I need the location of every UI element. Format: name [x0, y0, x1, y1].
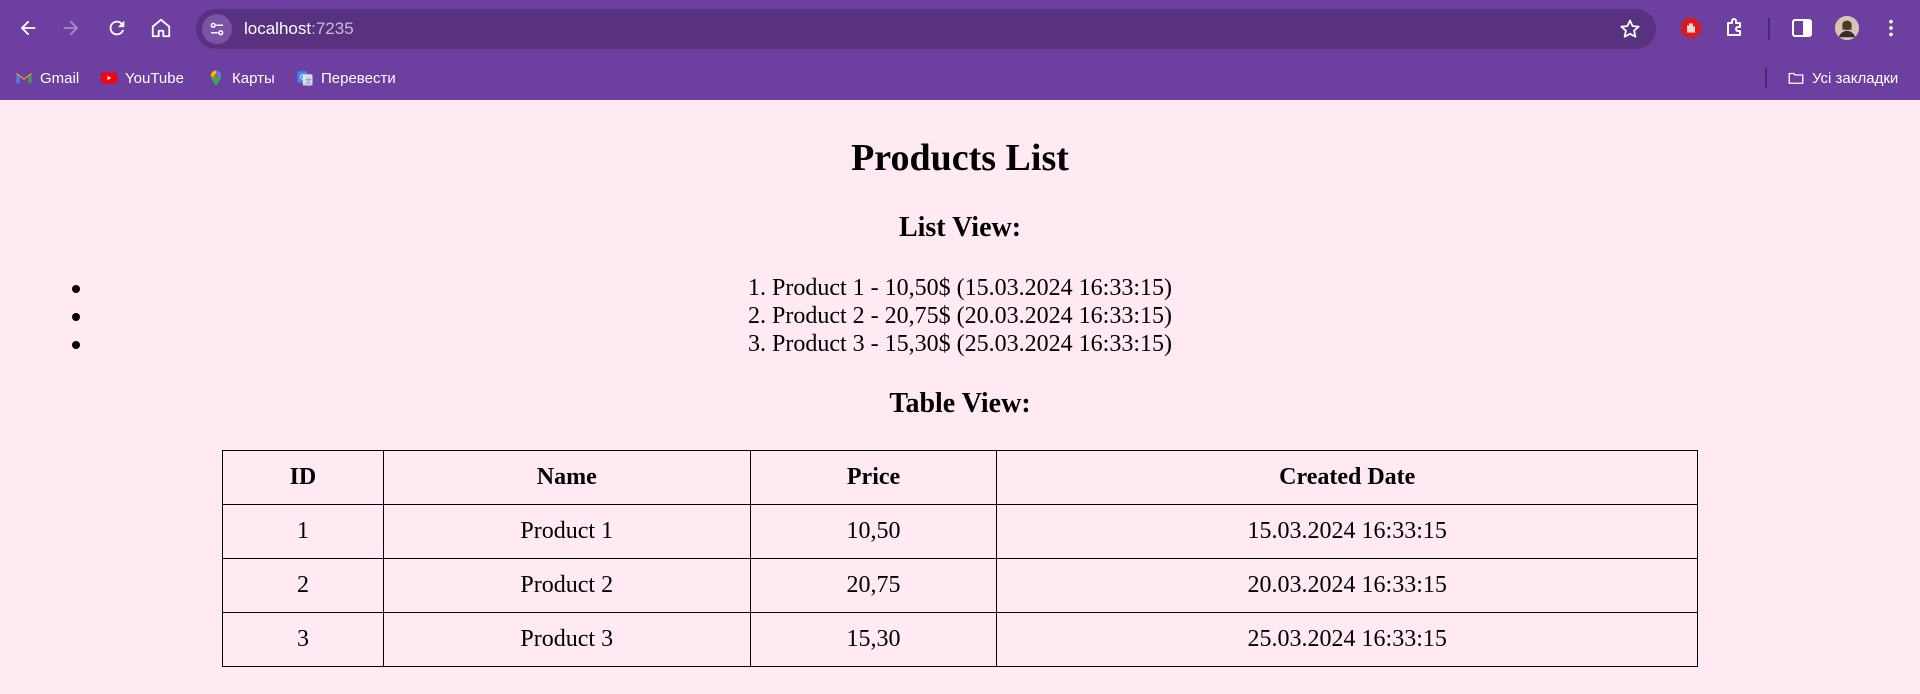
cell-id: 2: [222, 558, 384, 613]
more-vert-icon: [1889, 19, 1893, 37]
bookmark-gmail[interactable]: Gmail: [15, 66, 79, 90]
list-item: 1. Product 1 - 10,50$ (15.03.2024 16:33:…: [72, 274, 1840, 302]
all-bookmarks-button[interactable]: Усі закладки: [1787, 66, 1898, 90]
bookmark-label: Перевести: [321, 69, 396, 87]
list-item-text: 2. Product 2 - 20,75$ (20.03.2024 16:33:…: [748, 303, 1172, 329]
address-bar[interactable]: localhost:7235: [196, 9, 1656, 49]
page-content: Products List List View: 1. Product 1 - …: [0, 100, 1920, 694]
adblock-extension-button[interactable]: [1677, 14, 1705, 42]
bookmark-label: Карты: [232, 69, 275, 87]
bookmarks-divider: [1765, 68, 1767, 88]
cell-name: Product 2: [382, 558, 751, 613]
column-header-name: Name: [382, 450, 751, 505]
cell-created-date: 20.03.2024 16:33:15: [996, 558, 1698, 613]
profile-button[interactable]: [1833, 14, 1861, 42]
home-button[interactable]: [144, 11, 178, 45]
maps-icon: [210, 70, 222, 86]
bullet-icon: [72, 313, 80, 321]
bookmark-label: Gmail: [40, 69, 80, 87]
bullet-icon: [72, 341, 80, 349]
url-host: localhost: [244, 19, 312, 38]
tune-icon: [210, 22, 224, 36]
column-header-price: Price: [749, 450, 998, 505]
list-view-heading: List View:: [898, 212, 1022, 243]
translate-icon: G 文: [297, 71, 313, 86]
list-item: 2. Product 2 - 20,75$ (20.03.2024 16:33:…: [72, 302, 1840, 330]
url-port: :7235: [311, 19, 354, 38]
cell-price: 10,50: [749, 504, 998, 559]
side-panel-icon: [1792, 19, 1812, 37]
puzzle-icon: [1727, 18, 1741, 36]
table-row: 3 Product 3 15,30 25.03.2024 16:33:15: [222, 612, 1698, 667]
cell-name: Product 3: [382, 612, 751, 667]
table-view-heading: Table View:: [889, 388, 1031, 419]
list-item: 3. Product 3 - 15,30$ (25.03.2024 16:33:…: [72, 330, 1840, 358]
column-header-id: ID: [222, 450, 384, 505]
toolbar-divider: [1768, 18, 1770, 40]
cell-name: Product 1: [382, 504, 751, 559]
cell-created-date: 15.03.2024 16:33:15: [996, 504, 1698, 559]
bookmarks-bar: Gmail YouTube Карты G 文 Перевести Усі за…: [0, 58, 1920, 100]
back-button[interactable]: [11, 11, 45, 45]
cell-id: 3: [222, 612, 384, 667]
bookmark-star-icon[interactable]: [1618, 17, 1642, 41]
bookmark-translate[interactable]: G 文 Перевести: [296, 66, 396, 90]
bookmark-label: YouTube: [125, 69, 184, 87]
arrow-right-icon: [63, 20, 79, 36]
products-table: ID Name Price Created Date 1 Product 1 1…: [222, 450, 1698, 667]
svg-text:G: G: [300, 74, 305, 82]
arrow-left-icon: [20, 20, 36, 36]
bookmark-maps[interactable]: Карты: [207, 66, 275, 90]
cell-id: 1: [222, 504, 384, 559]
column-header-created-date: Created Date: [996, 450, 1698, 505]
folder-icon: [1788, 72, 1804, 84]
product-list: 1. Product 1 - 10,50$ (15.03.2024 16:33:…: [0, 274, 1920, 358]
stop-hand-icon: [1681, 18, 1701, 38]
bullet-icon: [72, 285, 80, 293]
side-panel-button[interactable]: [1788, 14, 1816, 42]
cell-created-date: 25.03.2024 16:33:15: [996, 612, 1698, 667]
forward-button[interactable]: [54, 11, 88, 45]
site-info-button[interactable]: [202, 14, 232, 44]
reload-button[interactable]: [100, 11, 134, 45]
list-item-text: 3. Product 3 - 15,30$ (25.03.2024 16:33:…: [748, 331, 1172, 357]
cell-price: 20,75: [749, 558, 998, 613]
bookmark-youtube[interactable]: YouTube: [100, 66, 184, 90]
browser-toolbar: localhost:7235: [0, 0, 1920, 58]
reload-icon: [109, 20, 125, 36]
list-item-text: 1. Product 1 - 10,50$ (15.03.2024 16:33:…: [748, 275, 1172, 301]
table-row: 2 Product 2 20,75 20.03.2024 16:33:15: [222, 558, 1698, 613]
extensions-button[interactable]: [1721, 14, 1749, 42]
svg-text:文: 文: [305, 76, 312, 85]
home-icon: [151, 18, 171, 38]
cell-price: 15,30: [749, 612, 998, 667]
page-title: Products List: [851, 137, 1069, 179]
chrome-menu-button[interactable]: [1877, 14, 1905, 42]
browser-chrome: localhost:7235 Gmail YouTube Карты G 文 …: [0, 0, 1920, 100]
gmail-icon: [16, 73, 32, 84]
avatar: [1834, 15, 1860, 41]
youtube-icon: [100, 72, 118, 84]
table-header-row: ID Name Price Created Date: [222, 450, 1698, 505]
all-bookmarks-label: Усі закладки: [1812, 69, 1899, 87]
table-row: 1 Product 1 10,50 15.03.2024 16:33:15: [222, 504, 1698, 559]
